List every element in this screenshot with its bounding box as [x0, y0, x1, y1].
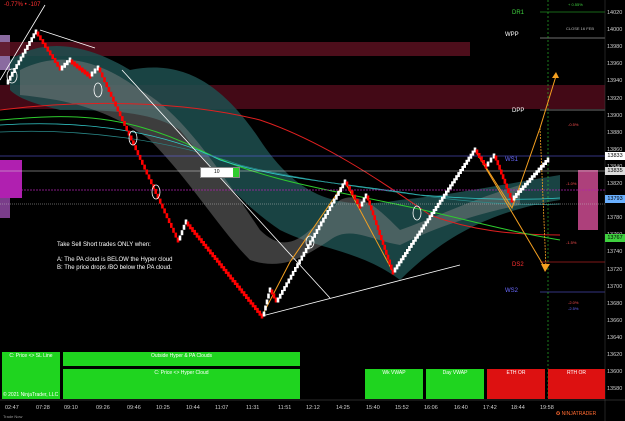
time-tick: 10:25 [156, 405, 170, 411]
annotation-title: Take Sell Short trades ONLY when: [57, 242, 151, 248]
level-dr1: DR1 [512, 10, 525, 16]
pct-label-5: -2.5% [568, 306, 579, 311]
level-dpp: DPP [512, 108, 525, 114]
current-price-box: 13833 [605, 152, 625, 160]
price-tick: 14020 [607, 10, 623, 16]
panel-label: Outside Hyper & PA Clouds [150, 353, 213, 359]
price-tick: 13600 [607, 369, 623, 376]
brand-logo: ✪ NINJATRADER [556, 411, 596, 417]
panel-outside-clouds: Outside Hyper & PA Clouds [63, 352, 300, 366]
symbol-label: Trade Now [3, 414, 23, 419]
price-tick: 13740 [607, 249, 623, 256]
level-ws2: WS2 [505, 288, 519, 294]
close-label: CLOSE 16 FEB [566, 26, 595, 31]
annotation-line-b: B: The price drops /BO below the PA clou… [57, 265, 172, 271]
price-tick: 13880 [607, 129, 623, 136]
change-label: -0.77% • -107 [4, 2, 41, 8]
brand-icon: ✪ [556, 411, 561, 417]
panel-label: RTH OR [566, 370, 587, 376]
price-tick: 13900 [607, 112, 623, 119]
time-tick: 16:40 [454, 405, 468, 411]
time-tick: 15:40 [366, 405, 380, 411]
volume-profile-right [578, 170, 598, 230]
panel-eth-or: ETH OR [487, 369, 545, 399]
time-tick: 09:46 [127, 405, 141, 411]
time-tick: 11:07 [215, 405, 229, 411]
time-tick: 12:12 [306, 405, 320, 411]
price-marker-2: 13793 [605, 195, 625, 203]
price-tick: 13720 [607, 266, 623, 273]
pct-label-3: -1.5% [566, 240, 577, 245]
price-tick: 13620 [607, 352, 623, 358]
copyright: © 2021 NinjaTrader, LLC [3, 392, 59, 398]
price-tick: 13680 [607, 300, 623, 307]
panel-label: C: Price <> Hyper Cloud [154, 370, 209, 376]
time-tick: 11:51 [278, 405, 292, 411]
panel-wk-vwap: Wk VWAP [365, 369, 423, 399]
panel-label: C: Price <> SL Line [9, 353, 53, 359]
price-tick: 13580 [607, 386, 623, 393]
time-tick: 15:52 [395, 405, 409, 411]
price-tick: 13960 [607, 61, 623, 68]
top-pct: + 0.55% [568, 2, 583, 7]
price-tick: 13700 [607, 283, 623, 290]
panel-label: Day VWAP [442, 370, 468, 376]
time-tick: 09:26 [96, 405, 110, 411]
order-quantity: 10 [214, 169, 220, 175]
price-tick: 13780 [607, 215, 623, 222]
price-tick: 14000 [607, 27, 623, 34]
time-tick: 14:25 [336, 405, 350, 411]
time-tick: 07:28 [36, 405, 50, 411]
time-tick: 11:31 [246, 405, 260, 411]
time-tick: 18:44 [511, 405, 525, 411]
panel-label: ETH OR [506, 370, 526, 376]
price-marker-3: 13767 [605, 234, 625, 242]
level-wpp: WPP [505, 32, 519, 38]
panel-rth-or: RTH OR [548, 369, 605, 399]
level-ws1: WS1 [505, 157, 519, 163]
order-quantity-stepper[interactable] [233, 168, 239, 177]
time-tick: 02:47 [5, 405, 19, 411]
price-tick: 13980 [607, 44, 623, 51]
panel-label: Wk VWAP [382, 370, 406, 376]
time-tick: 17:42 [483, 405, 497, 411]
time-tick: 16:06 [424, 405, 438, 411]
price-tick: 13820 [607, 181, 623, 187]
time-tick: 09:10 [64, 405, 78, 411]
time-tick: 10:44 [186, 405, 200, 411]
brand-name: NINJATRADER [561, 411, 597, 417]
price-tick: 13660 [607, 317, 623, 324]
price-tick: 13640 [607, 334, 623, 341]
time-tick: 19:58 [540, 405, 554, 411]
panel-price-hyper-cloud: C: Price <> Hyper Cloud [63, 369, 300, 399]
level-ds2: DS2 [512, 262, 524, 268]
price-marker-1: 13835 [605, 167, 625, 175]
price-tick: 13940 [607, 78, 623, 85]
price-tick: 13920 [607, 95, 623, 102]
pct-label-4: -2.0% [568, 300, 579, 305]
panel-day-vwap: Day VWAP [426, 369, 484, 399]
pct-label-2: -1.0% [566, 181, 577, 186]
pct-label-1: -0.5% [568, 122, 579, 127]
order-quantity-box[interactable]: 10 [200, 167, 240, 178]
annotation-line-a: A: The PA cloud is BELOW the Hyper cloud [57, 257, 173, 263]
